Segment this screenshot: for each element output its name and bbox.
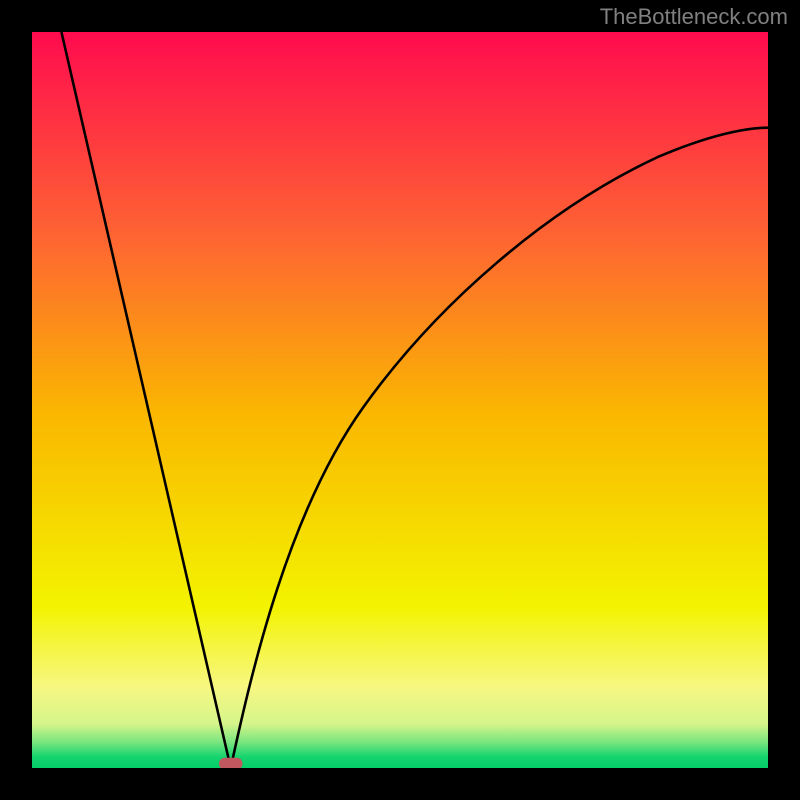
watermark-text: TheBottleneck.com [600, 4, 788, 30]
curve-left-segment [61, 32, 230, 768]
curve-right-segment [231, 128, 768, 768]
plot-area [32, 32, 768, 768]
chart-container: TheBottleneck.com [0, 0, 800, 800]
bottleneck-curve [32, 32, 768, 768]
bottleneck-marker [219, 758, 243, 768]
